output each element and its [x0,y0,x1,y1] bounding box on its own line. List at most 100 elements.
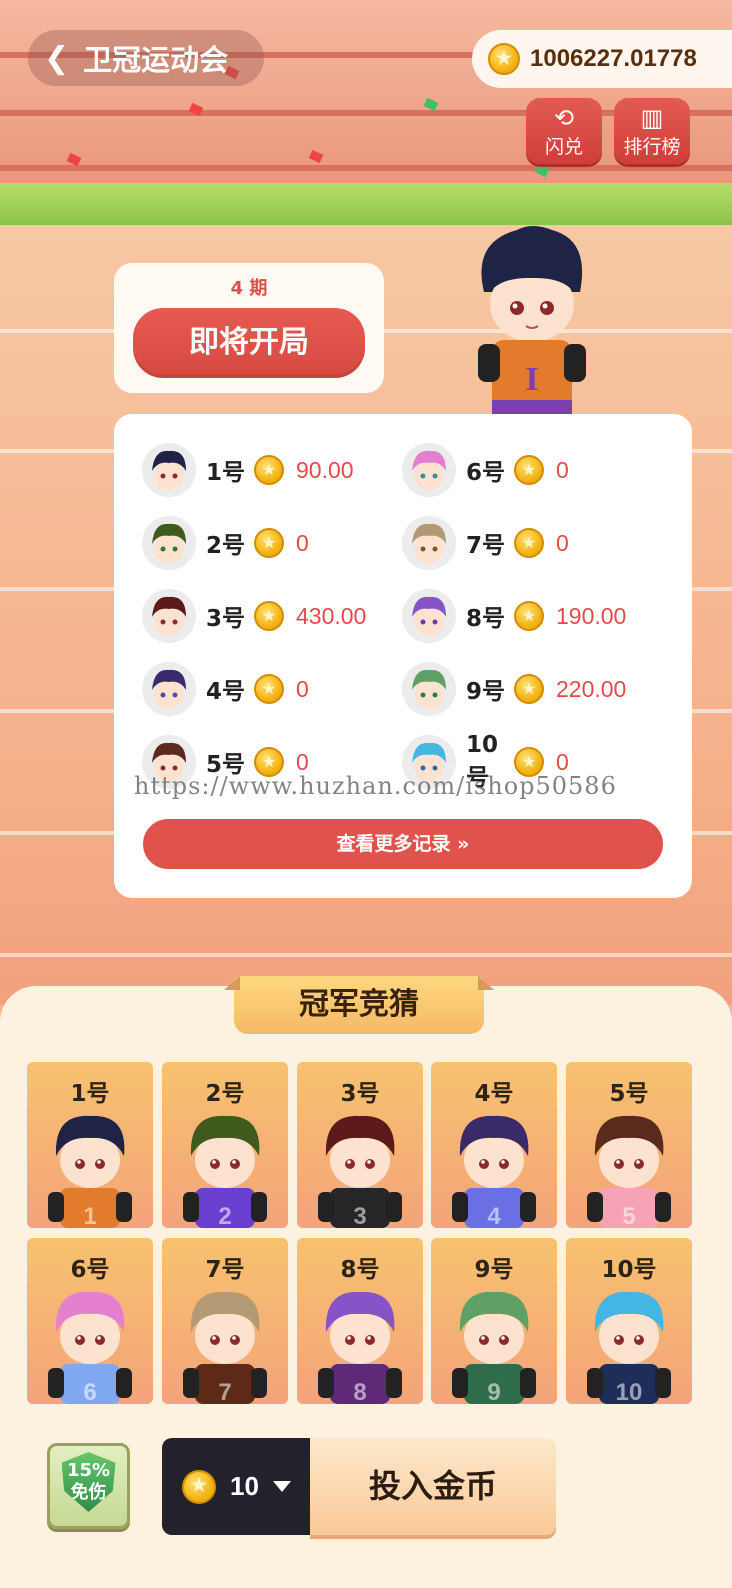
player-card-number: 8号 [340,1257,380,1283]
player-number: 8号 [466,606,506,632]
player-card[interactable]: 5号 5 [566,1062,692,1228]
player-number: 7号 [466,533,506,559]
bet-amount: 430.00 [296,602,367,629]
period-label: 4 期 [230,278,268,299]
result-item: 1号 ★ 90.00 [142,442,354,498]
more-records-button[interactable]: 查看更多记录 » [143,819,663,869]
player-card[interactable]: 7号 7 [162,1238,288,1404]
coin-icon: ★ [254,455,284,485]
player-number: 3号 [206,606,246,632]
exchange-icon: ⟲ [553,104,575,132]
player-card-number: 1号 [70,1081,110,1107]
player-card-number: 10号 [601,1257,657,1283]
bet-amount: 90.00 [296,456,354,483]
mascot-player-icon: I [478,226,586,414]
player-number: 2号 [206,533,246,559]
player-number: 4号 [206,679,246,705]
jersey-number: 9 [487,1379,500,1404]
player-avatar [142,662,196,716]
result-item: 2号 ★ 0 [142,515,309,571]
coin-icon: ★ [182,1469,216,1504]
player-card[interactable]: 1号 1 [27,1062,153,1228]
player-figure-icon: 2 [183,1115,267,1228]
player-card[interactable]: 10号 10 [566,1238,692,1404]
jersey-number: 6 [83,1379,96,1404]
player-number: 1号 [206,460,246,486]
player-figure-icon: 8 [318,1291,402,1404]
guess-title: 冠军竞猜 [234,976,484,1034]
chevron-left-icon: ❮ [44,40,70,76]
player-card[interactable]: 6号 6 [27,1238,153,1404]
player-figure-icon: 9 [452,1291,536,1404]
result-item: 7号 ★ 0 [402,515,569,571]
result-item: 3号 ★ 430.00 [142,588,366,644]
coin-icon: ★ [254,601,284,631]
svg-text:I: I [525,361,538,398]
damage-shield-badge[interactable]: 15% 免伤 [47,1443,130,1529]
result-item: 8号 ★ 190.00 [402,588,626,644]
coin-icon: ★ [254,674,284,704]
jersey-number: 5 [622,1203,635,1228]
player-avatar [402,589,456,643]
player-card[interactable]: 4号 4 [431,1062,557,1228]
player-card-number: 4号 [474,1081,514,1107]
ranking-label: 排行榜 [623,136,681,158]
jersey-number: 10 [616,1379,643,1404]
confetti [308,149,324,164]
result-item: 6号 ★ 0 [402,442,569,498]
bet-amount: 220.00 [556,675,627,702]
player-card-number: 6号 [70,1257,110,1283]
jersey-number: 7 [218,1379,231,1404]
jersey-number: 3 [353,1203,366,1228]
exchange-label: 闪兑 [544,136,583,158]
player-avatar [402,443,456,497]
jersey-number: 2 [218,1203,231,1228]
page-title: 卫冠运动会 [83,43,229,77]
player-figure-icon: 6 [48,1291,132,1404]
coin-icon: ★ [514,528,544,558]
coin-icon: ★ [514,601,544,631]
shield-percent: 15% [66,1460,111,1481]
amount-value: 10 [230,1471,259,1501]
jersey-number: 8 [353,1379,366,1404]
player-avatar [402,516,456,570]
coin-icon: ★ [254,528,284,558]
player-avatar [142,516,196,570]
player-avatar [142,443,196,497]
player-avatar [402,662,456,716]
period-card: 4 期 即将开局 [114,263,384,393]
bet-amount: 0 [556,456,569,483]
player-card-number: 9号 [474,1257,514,1283]
amount-selector[interactable]: ★ 10 [162,1438,310,1535]
bet-amount: 0 [296,675,309,702]
coin-icon: ★ [514,674,544,704]
player-figure-icon: 3 [318,1115,402,1228]
player-number: 6号 [466,460,506,486]
player-card-number: 5号 [609,1081,649,1107]
stand-row [0,165,732,171]
player-card[interactable]: 8号 8 [297,1238,423,1404]
caret-down-icon [272,1481,291,1492]
back-button[interactable]: ❮ 卫冠运动会 [28,30,264,86]
submit-coins-button[interactable]: 投入金币 [310,1438,556,1535]
coin-icon: ★ [514,455,544,485]
player-figure-icon: 4 [452,1115,536,1228]
player-avatar [142,589,196,643]
ranking-icon: ▥ [640,104,664,132]
result-item: 9号 ★ 220.00 [402,661,626,717]
player-number: 9号 [466,679,506,705]
lane-line [0,953,732,957]
exchange-button[interactable]: ⟲ 闪兑 [526,98,602,164]
ranking-button[interactable]: ▥ 排行榜 [614,98,690,164]
player-figure-icon: 7 [183,1291,267,1404]
player-card[interactable]: 3号 3 [297,1062,423,1228]
jersey-number: 1 [83,1203,96,1228]
player-card-number: 3号 [340,1081,380,1107]
shield-label: 免伤 [70,1482,107,1503]
bet-amount: 190.00 [556,602,627,629]
player-card[interactable]: 9号 9 [431,1238,557,1404]
player-card[interactable]: 2号 2 [162,1062,288,1228]
coin-icon: ★ [488,43,520,75]
result-item: 4号 ★ 0 [142,661,309,717]
round-status-button[interactable]: 即将开局 [133,308,365,378]
